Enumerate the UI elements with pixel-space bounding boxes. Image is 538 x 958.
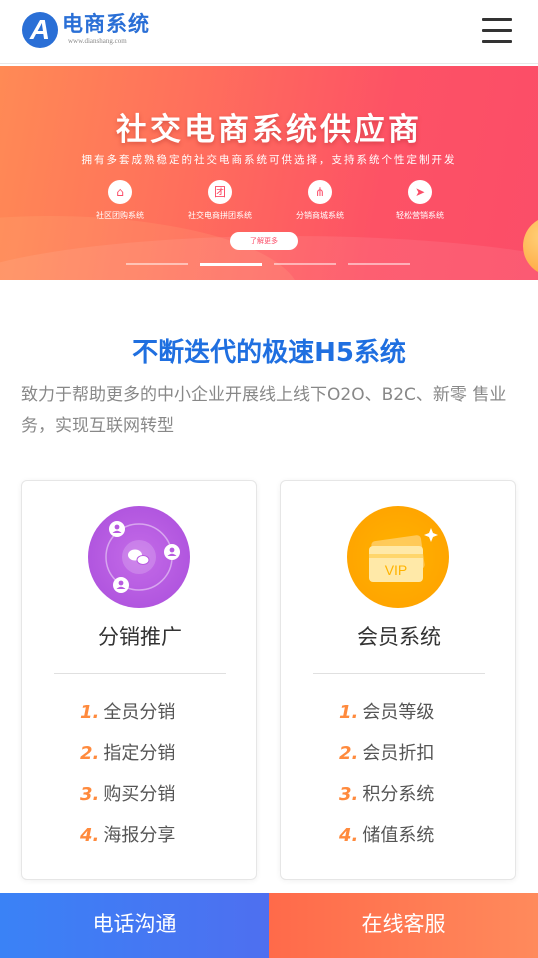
feature-card-distribution[interactable]: 分销推广 1. 全员分销 2. 指定分销 3. 购买分销 4. 海报分享 <box>21 480 257 880</box>
banner-feature: ➤ 轻松营销系统 <box>370 180 470 221</box>
carousel-dot[interactable] <box>126 263 188 265</box>
list-item: 2. 指定分销 <box>80 742 175 783</box>
list-item: 2. 会员折扣 <box>339 742 434 783</box>
card-title: 分销推广 <box>98 625 182 649</box>
banner-feature: ⋔ 分销商城系统 <box>270 180 370 221</box>
logo-subtitle: www.dianshang.com <box>68 37 127 45</box>
banner-subtitle: 拥有多套成熟稳定的社交电商系统可供选择，支持系统个性定制开发 <box>81 154 457 166</box>
list-number: 2. <box>80 743 100 764</box>
card-feature-list: 1. 全员分销 2. 指定分销 3. 购买分销 4. 海报分享 <box>80 701 175 865</box>
vip-text: VIP <box>385 562 408 578</box>
list-number: 4. <box>80 825 100 846</box>
list-label: 海报分享 <box>103 825 176 846</box>
banner-feature-label: 社区团购系统 <box>96 211 144 220</box>
feature-card-membership[interactable]: VIP 会员系统 1. 会员等级 2. 会员折扣 3. 积分系统 4. 储值系统 <box>280 480 516 880</box>
list-label: 会员折扣 <box>362 743 435 764</box>
network-icon: ⋔ <box>308 180 332 204</box>
divider <box>54 673 226 674</box>
send-icon: ➤ <box>408 180 432 204</box>
group-icon: 团 <box>208 180 232 204</box>
banner-features: ⌂ 社区团购系统 团 社交电商拼团系统 ⋔ 分销商城系统 ➤ 轻松营销系统 <box>70 180 470 221</box>
hero-banner[interactable]: 社交电商系统供应商 拥有多套成熟稳定的社交电商系统可供选择，支持系统个性定制开发… <box>0 66 538 280</box>
list-number: 2. <box>339 743 359 764</box>
list-item: 4. 储值系统 <box>339 824 434 865</box>
carousel-dot-active[interactable] <box>200 263 262 266</box>
logo-text: 电商系统 www.dianshang.com <box>62 12 150 46</box>
vip-card-icon: VIP <box>347 506 449 608</box>
bottom-action-bar: 电话沟通 在线客服 <box>0 893 538 958</box>
logo-icon: A <box>22 12 58 48</box>
card-title: 会员系统 <box>357 625 441 649</box>
list-number: 4. <box>339 825 359 846</box>
banner-title: 社交电商系统供应商 <box>116 112 422 148</box>
list-item: 1. 会员等级 <box>339 701 434 742</box>
distribution-icon <box>88 506 190 608</box>
carousel-indicators <box>126 263 422 266</box>
list-label: 全员分销 <box>103 702 176 723</box>
banner-feature: 团 社交电商拼团系统 <box>170 180 270 221</box>
hamburger-icon <box>482 18 512 21</box>
list-label: 指定分销 <box>103 743 176 764</box>
list-label: 会员等级 <box>362 702 435 723</box>
list-item: 4. 海报分享 <box>80 824 175 865</box>
banner-feature: ⌂ 社区团购系统 <box>70 180 170 221</box>
banner-feature-label: 社交电商拼团系统 <box>188 211 252 220</box>
header: A 电商系统 www.dianshang.com <box>0 0 538 64</box>
list-number: 1. <box>80 702 100 723</box>
list-number: 3. <box>80 784 100 805</box>
menu-button[interactable] <box>482 18 512 44</box>
list-number: 1. <box>339 702 359 723</box>
logo-letter: A <box>29 14 51 45</box>
section-description: 致力于帮助更多的中小企业开展线上线下O2O、B2C、新零 售业务，实现互联网转型 <box>21 385 507 436</box>
carousel-dot[interactable] <box>274 263 336 265</box>
list-label: 储值系统 <box>362 825 435 846</box>
banner-feature-label: 分销商城系统 <box>296 211 344 220</box>
banner-feature-label: 轻松营销系统 <box>396 211 444 220</box>
logo[interactable]: A 电商系统 www.dianshang.com <box>22 12 150 48</box>
logo-title: 电商系统 <box>62 12 150 36</box>
card-feature-list: 1. 会员等级 2. 会员折扣 3. 积分系统 4. 储值系统 <box>339 701 434 865</box>
section-title: 不断迭代的极速H5系统 <box>132 338 406 368</box>
list-label: 积分系统 <box>362 784 435 805</box>
list-item: 3. 购买分销 <box>80 783 175 824</box>
list-item: 1. 全员分销 <box>80 701 175 742</box>
divider <box>313 673 485 674</box>
home-icon: ⌂ <box>108 180 132 204</box>
learn-more-button[interactable]: 了解更多 <box>230 232 298 250</box>
list-label: 购买分销 <box>103 784 176 805</box>
online-service-button[interactable]: 在线客服 <box>269 893 538 958</box>
list-item: 3. 积分系统 <box>339 783 434 824</box>
list-number: 3. <box>339 784 359 805</box>
carousel-dot[interactable] <box>348 263 410 265</box>
phone-contact-button[interactable]: 电话沟通 <box>0 893 269 958</box>
